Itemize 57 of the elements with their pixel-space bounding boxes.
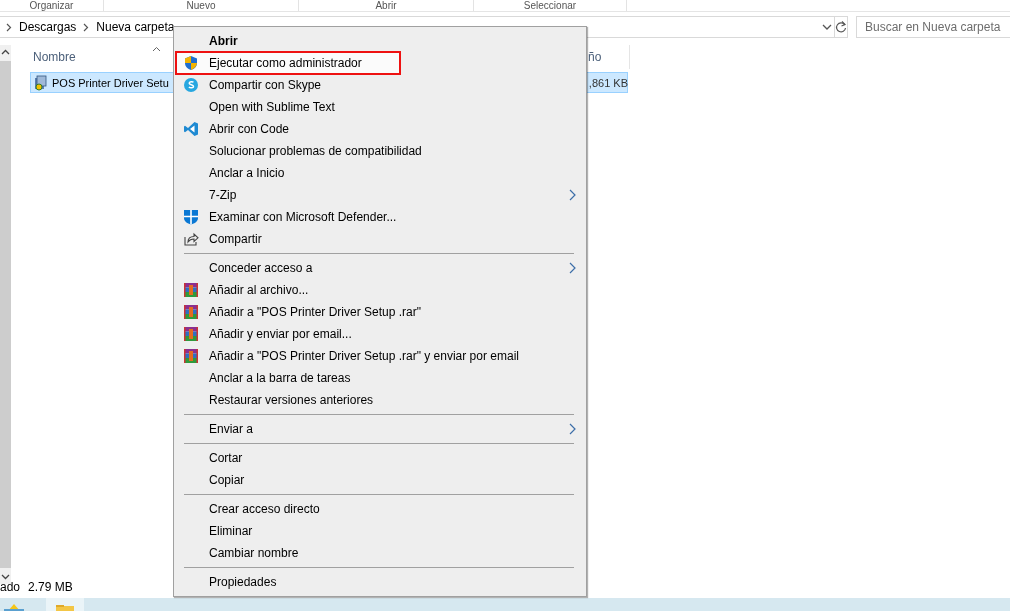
menu-item[interactable]: Enviar a	[176, 418, 584, 440]
archive-books-icon	[183, 304, 199, 320]
menu-item[interactable]: 7-Zip	[176, 184, 584, 206]
menu-item[interactable]: Compartir con Skype	[176, 74, 584, 96]
search-field[interactable]: Buscar en Nueva carpeta	[856, 16, 1010, 38]
file-size: ,861 KB	[588, 76, 628, 89]
folder-icon	[54, 605, 76, 611]
menu-item[interactable]: Cortar	[176, 447, 584, 469]
ribbon-group-label: Abrir	[298, 0, 473, 11]
menu-item[interactable]: Open with Sublime Text	[176, 96, 584, 118]
code-editor-icon	[183, 121, 199, 137]
ribbon-group-label: Organizar	[28, 0, 75, 11]
scroll-down-icon	[1, 574, 10, 580]
menu-item[interactable]: Solucionar problemas de compatibilidad	[176, 140, 584, 162]
menu-item[interactable]: Ejecutar como administrador	[176, 52, 400, 74]
archive-books-icon	[183, 348, 199, 364]
breadcrumb-item[interactable]: Descargas	[19, 20, 77, 34]
scrollbar[interactable]	[0, 45, 11, 584]
menu-item[interactable]: Restaurar versiones anteriores	[176, 389, 584, 411]
menu-item[interactable]: Abrir con Code	[176, 118, 584, 140]
menu-item[interactable]: Añadir a "POS Printer Driver Setup .rar" y enviar por email	[176, 345, 584, 367]
dropdown-icon	[822, 23, 832, 31]
sort-caret-icon	[152, 46, 161, 52]
menu-item[interactable]: Compartir	[176, 228, 584, 250]
skype-icon	[183, 77, 199, 93]
file-name: POS Printer Driver Setu	[52, 76, 169, 89]
menu-item[interactable]: Conceder acceso a	[176, 257, 584, 279]
menu-item[interactable]: Añadir a "POS Printer Driver Setup .rar"	[176, 301, 584, 323]
status-text: ado	[0, 580, 21, 594]
menu-item[interactable]: Propiedades	[176, 571, 584, 593]
column-header[interactable]: Nombre	[33, 50, 76, 64]
taskbar-app-icon	[2, 603, 26, 611]
archive-books-icon	[183, 282, 199, 298]
status-size: 2.79 MB	[28, 580, 73, 594]
menu-item[interactable]: Añadir y enviar por email...	[176, 323, 584, 345]
refresh-icon	[835, 20, 847, 34]
refresh-button[interactable]	[835, 16, 848, 38]
archive-books-icon	[183, 326, 199, 342]
menu-item[interactable]: Añadir al archivo...	[176, 279, 584, 301]
chevron-right-icon	[83, 22, 90, 32]
menu-item[interactable]: Eliminar	[176, 520, 584, 542]
ribbon-group-label: Nuevo	[103, 0, 298, 11]
share-icon	[183, 231, 199, 247]
menu-item[interactable]: Anclar a la barra de tareas	[176, 367, 584, 389]
column-header[interactable]: ño	[588, 50, 602, 64]
chevron-right-icon	[6, 22, 12, 32]
menu-item[interactable]: Copiar	[176, 469, 584, 491]
breadcrumb-item[interactable]: Nueva carpeta	[96, 20, 175, 34]
defender-shield-icon	[183, 209, 199, 225]
menu-item[interactable]: Anclar a Inicio	[176, 162, 584, 184]
installer-icon	[33, 74, 49, 91]
menu-item[interactable]: Cambiar nombre	[176, 542, 584, 564]
scroll-up-icon	[1, 49, 10, 55]
shield-icon	[183, 55, 199, 71]
ribbon-group-label: Seleccionar	[473, 0, 626, 11]
menu-item[interactable]: Examinar con Microsoft Defender...	[176, 206, 584, 228]
menu-item[interactable]: Crear acceso directo	[176, 498, 584, 520]
